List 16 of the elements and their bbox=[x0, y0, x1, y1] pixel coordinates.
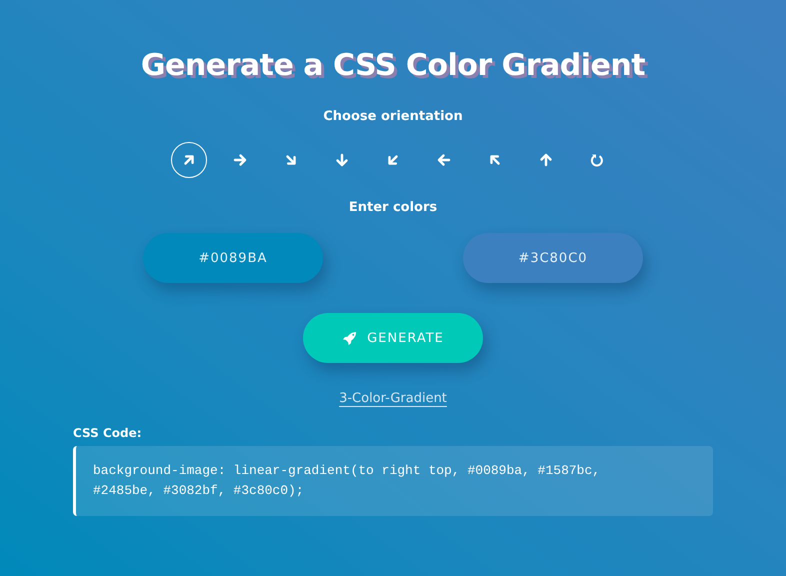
generate-button[interactable]: GENERATE bbox=[303, 313, 483, 363]
code-label: CSS Code: bbox=[73, 426, 143, 440]
arrow-icon bbox=[437, 153, 451, 167]
color-input[interactable]: #0089BA bbox=[143, 233, 323, 283]
rotate-icon bbox=[590, 153, 604, 167]
direction-button[interactable] bbox=[171, 142, 207, 178]
arrow-icon bbox=[539, 153, 553, 167]
arrow-icon bbox=[233, 153, 247, 167]
rocket-icon bbox=[342, 330, 358, 346]
color-input[interactable]: #3C80C0 bbox=[463, 233, 643, 283]
gradient-link[interactable]: 3-Color-Gradient bbox=[339, 391, 447, 406]
section-heading: Enter colors bbox=[348, 200, 438, 215]
code-block: background-image: linear-gradient(to right top, #0089ba, #1587bc, #2485be, #3082bf, #3c80c0); bbox=[73, 446, 713, 516]
arrow-icon bbox=[335, 153, 349, 167]
page-title: Generate a CSS Color Gradient bbox=[140, 48, 646, 83]
section-heading: Choose orientation bbox=[323, 109, 463, 124]
